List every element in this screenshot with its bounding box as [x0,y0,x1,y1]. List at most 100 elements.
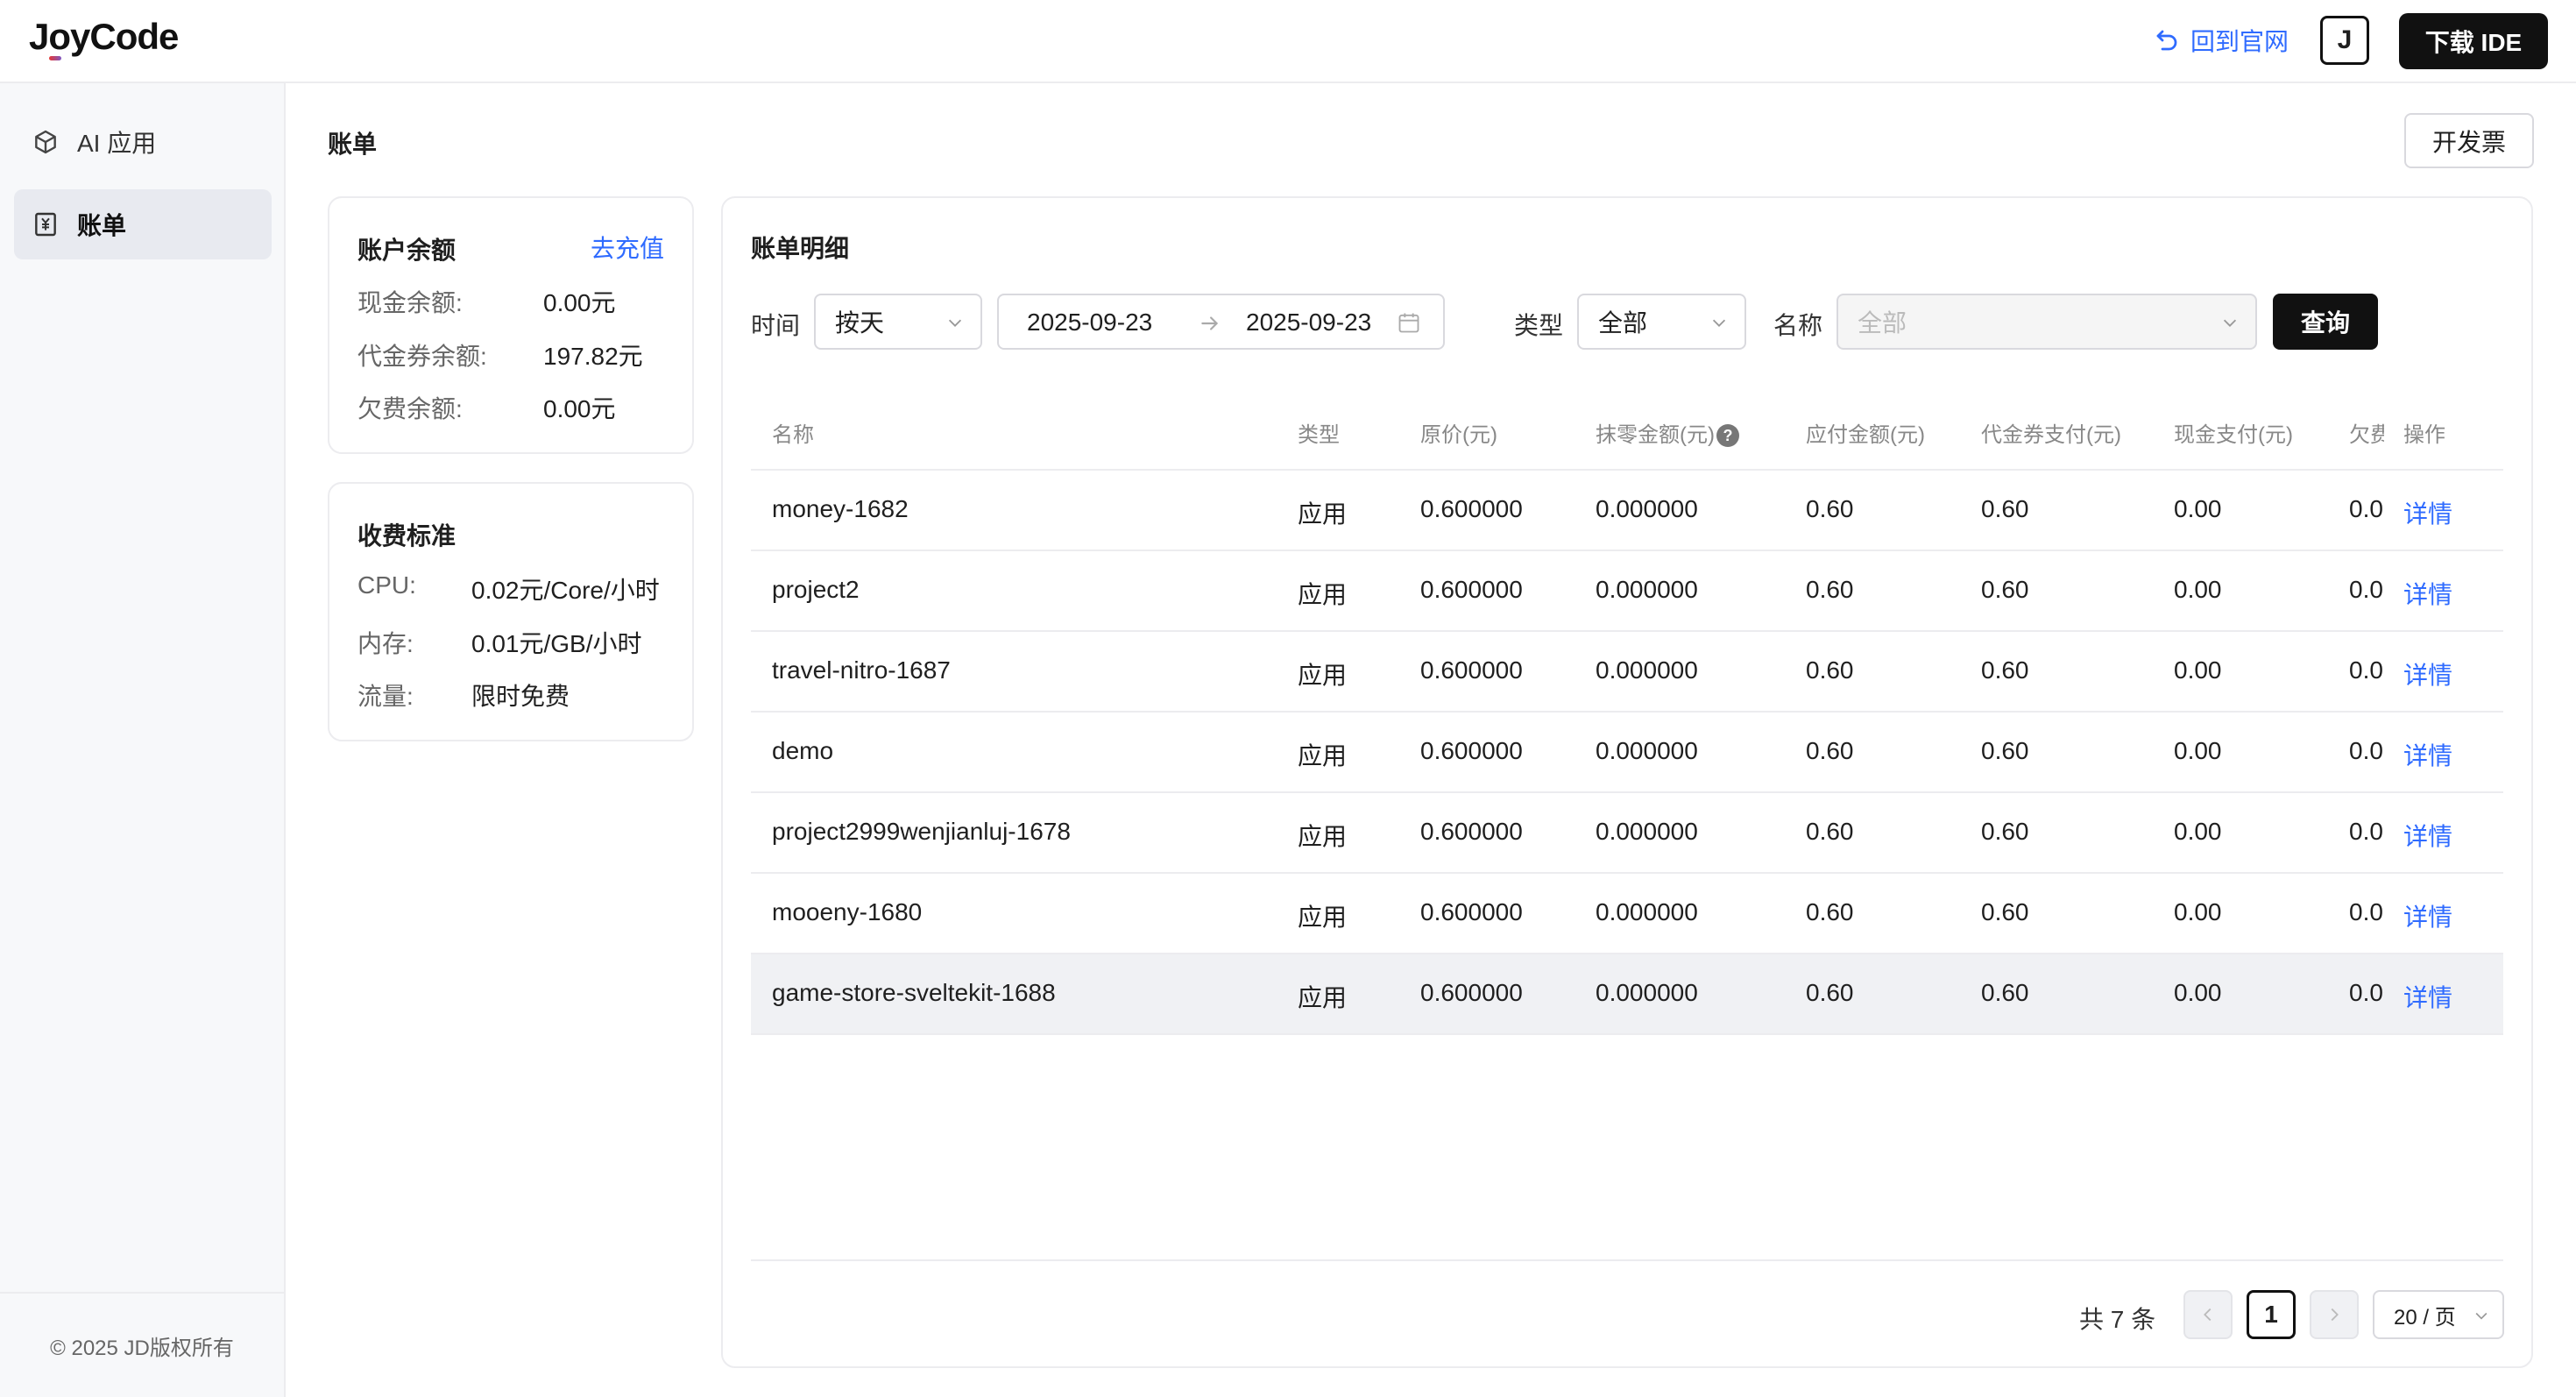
detail-link[interactable]: 详情 [2403,576,2452,611]
cell-rounding: 0.000000 [1596,656,1698,684]
pricing-standard-card: 收费标准 CPU: 0.02元/Core/小时 内存: 0.01元/GB/小时 … [328,482,694,741]
cell-cash-paid: 0.00 [2174,979,2222,1006]
top-header: JoyCode 回到官网 J 下载 IDE [0,0,2576,83]
sidebar: AI 应用 账单 © 2025 JD版权所有 [0,83,286,1397]
cell-rounding: 0.000000 [1596,737,1698,764]
calendar-icon [1398,313,1419,333]
cell-arrears: 0.00 [2349,898,2384,925]
column-header-rounding: 抹零金额(元)? [1596,417,1739,448]
cell-voucher-paid: 0.60 [1981,737,2029,764]
cell-type: 应用 [1298,581,1348,608]
sidebar-item-ai-apps[interactable]: AI 应用 [14,107,272,177]
cash-balance-value: 0.00元 [543,289,616,316]
granularity-select[interactable]: 按天 [814,294,982,350]
detail-link[interactable]: 详情 [2403,898,2452,933]
sidebar-item-label: 账单 [77,212,127,239]
chevron-down-icon [948,319,962,327]
cell-cash-paid: 0.00 [2174,898,2222,925]
logo-accent [49,56,61,60]
table-footer-divider [751,1259,2503,1261]
chevron-down-icon [2475,1312,2488,1320]
column-header-type: 类型 [1298,423,1340,447]
detail-link[interactable]: 详情 [2403,818,2452,853]
name-select-placeholder: 全部 [1858,309,1907,337]
query-button[interactable]: 查询 [2273,294,2378,350]
table-row: mooeny-1680 应用 0.600000 0.000000 0.60 0.60 0.0… [751,874,2503,954]
cell-original-price: 0.600000 [1420,818,1523,845]
start-date[interactable]: 2025-09-23 [1027,308,1152,337]
type-select-value: 全部 [1598,309,1648,337]
cell-cash-paid: 0.00 [2174,818,2222,845]
page-title: 账单 [328,131,378,158]
page-size-value: 20 / 页 [2394,1305,2456,1330]
column-header-original-price: 原价(元) [1420,423,1497,447]
cell-cash-paid: 0.00 [2174,737,2222,764]
issue-invoice-button[interactable]: 开发票 [2404,113,2534,168]
cell-payable: 0.60 [1806,818,1854,845]
cell-arrears: 0.00 [2349,979,2384,1006]
joycode-logo[interactable]: JoyCode [29,16,179,58]
cell-rounding: 0.000000 [1596,818,1698,845]
cell-type: 应用 [1298,742,1348,769]
cpu-price-label: CPU: [357,571,416,599]
cell-cash-paid: 0.00 [2174,495,2222,522]
cell-payable: 0.60 [1806,576,1854,603]
pricing-card-title: 收费标准 [357,522,456,550]
arrears-balance-value: 0.00元 [543,395,616,422]
balance-card-title: 账户余额 [357,237,456,264]
cell-arrears: 0.00 [2349,737,2384,764]
detail-link[interactable]: 详情 [2403,656,2452,691]
download-ide-button[interactable]: 下载 IDE [2399,13,2548,69]
cell-payable: 0.60 [1806,979,1854,1006]
traffic-price-value: 限时免费 [471,683,570,710]
undo-arrow-icon [2156,30,2177,51]
cell-original-price: 0.600000 [1420,898,1523,925]
detail-link[interactable]: 详情 [2403,737,2452,772]
column-header-rounding-label: 抹零金额(元) [1596,423,1715,447]
recharge-link[interactable]: 去充值 [591,230,664,265]
cell-arrears: 0.00 [2349,818,2384,845]
chevron-down-icon [2223,319,2237,327]
end-date[interactable]: 2025-09-23 [1246,308,1371,337]
cell-arrears: 0.00 [2349,576,2384,603]
cell-rounding: 0.000000 [1596,898,1698,925]
arrow-right-icon [1201,316,1219,330]
page-1-button[interactable]: 1 [2247,1290,2296,1339]
cell-voucher-paid: 0.60 [1981,979,2029,1006]
cell-payable: 0.60 [1806,656,1854,684]
table-body: money-1682 应用 0.600000 0.000000 0.60 0.60 0.00… [751,471,2503,1035]
cell-payable: 0.60 [1806,898,1854,925]
cell-original-price: 0.600000 [1420,495,1523,522]
cell-rounding: 0.000000 [1596,495,1698,522]
cell-payable: 0.60 [1806,495,1854,522]
help-icon[interactable]: ? [1716,424,1739,447]
table-row: demo 应用 0.600000 0.000000 0.60 0.60 0.00 0.00 详情 [751,713,2503,793]
time-filter-label: 时间 [751,312,801,339]
type-select[interactable]: 全部 [1577,294,1746,350]
back-to-site-link[interactable]: 回到官网 [2154,23,2289,58]
cell-original-price: 0.600000 [1420,737,1523,764]
column-header-arrears: 欠费 [2349,423,2384,447]
cpu-price-value: 0.02元/Core/小时 [471,577,660,604]
cell-arrears: 0.00 [2349,656,2384,684]
name-select[interactable]: 全部 [1836,294,2257,350]
cell-name: project2999wenjianluj-1678 [772,818,1071,845]
cell-name: game-store-sveltekit-1688 [772,979,1056,1006]
sidebar-item-bills[interactable]: 账单 [14,189,272,259]
prev-page-button[interactable] [2183,1290,2233,1339]
cell-cash-paid: 0.00 [2174,576,2222,603]
bill-icon [35,212,56,237]
date-range-picker[interactable]: 2025-09-23 2025-09-23 [997,294,1445,350]
detail-link[interactable]: 详情 [2403,495,2452,530]
voucher-balance-value: 197.82元 [543,343,643,370]
user-avatar[interactable]: J [2320,16,2369,65]
total-count: 共 7 条 [2079,1306,2156,1333]
copyright-footer: © 2025 JD版权所有 [0,1292,284,1397]
cell-type: 应用 [1298,662,1348,689]
next-page-button[interactable] [2310,1290,2359,1339]
cube-icon [35,130,56,154]
cell-name: money-1682 [772,495,909,522]
page-size-select[interactable]: 20 / 页 [2373,1290,2504,1339]
detail-link[interactable]: 详情 [2403,979,2452,1014]
cell-cash-paid: 0.00 [2174,656,2222,684]
